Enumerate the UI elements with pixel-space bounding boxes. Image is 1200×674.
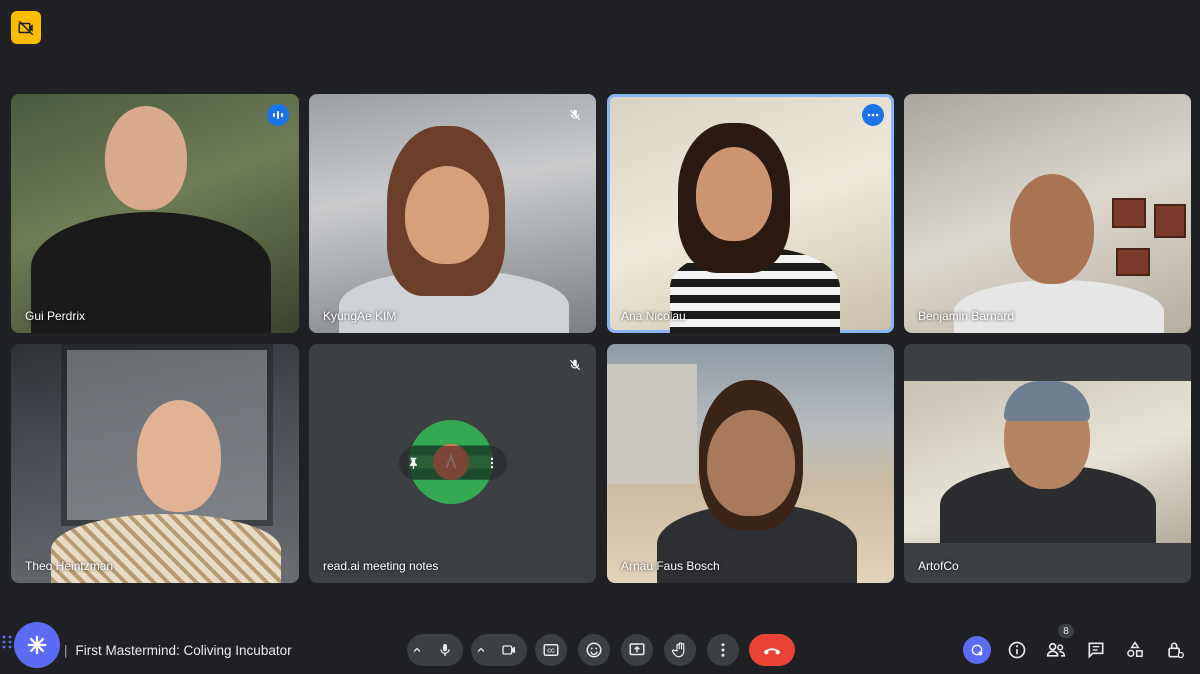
info-icon	[1008, 641, 1026, 659]
svg-text:CC: CC	[547, 649, 555, 655]
activities-shapes-button[interactable]	[1121, 636, 1149, 664]
more-options-button[interactable]	[485, 456, 499, 470]
asterisk-logo-icon	[27, 635, 47, 655]
mic-control	[407, 634, 463, 666]
participant-video	[607, 344, 894, 583]
title-separator: |	[64, 643, 68, 658]
chevron-up-icon	[477, 647, 485, 652]
camera-button[interactable]	[495, 636, 523, 664]
camera-off-icon	[18, 20, 34, 35]
people-icon	[1046, 642, 1066, 657]
more-options-icon	[721, 643, 725, 657]
mic-off-icon	[569, 359, 581, 371]
meeting-title-text: First Mastermind: Coliving Incubator	[75, 643, 292, 658]
muted-indicator	[564, 104, 586, 126]
tile-hover-toolbar	[399, 446, 507, 480]
participant-name: Theo Heintzman	[25, 559, 114, 573]
host-controls-icon	[1168, 642, 1184, 659]
speaking-indicator	[267, 104, 289, 126]
participant-options-button[interactable]	[862, 104, 884, 126]
participant-tile[interactable]: ArtofCo	[904, 344, 1191, 583]
participant-video	[904, 381, 1191, 543]
more-vertical-icon	[490, 457, 494, 469]
muted-indicator	[564, 354, 586, 376]
participant-name: Gui Perdrix	[25, 309, 86, 323]
host-controls-button[interactable]	[1161, 636, 1189, 664]
participant-tile[interactable]: Gui Perdrix	[11, 94, 299, 333]
participant-name: Ana Nicolau	[621, 309, 686, 323]
reactions-button[interactable]	[578, 634, 610, 666]
present-icon	[629, 643, 645, 656]
participant-name: Arnau Faus Bosch	[621, 559, 720, 573]
raise-hand-icon	[671, 642, 685, 658]
meeting-details-button[interactable]	[1003, 636, 1031, 664]
camera-control	[471, 634, 527, 666]
participant-tile[interactable]: KyungAe KIM	[309, 94, 596, 333]
meeting-title: | First Mastermind: Coliving Incubator	[64, 643, 292, 658]
raise-hand-button[interactable]	[664, 634, 696, 666]
chat-icon	[1088, 642, 1104, 659]
mic-off-icon	[569, 109, 581, 121]
present-button[interactable]	[621, 634, 653, 666]
camera-icon	[502, 645, 515, 655]
participant-name: KyungAe KIM	[323, 309, 397, 323]
participant-tile[interactable]: Ana Nicolau	[607, 94, 894, 333]
participant-video	[309, 94, 596, 333]
chevron-up-icon	[413, 647, 421, 652]
participant-tile[interactable]: Theo Heintzman	[11, 344, 299, 583]
mic-button[interactable]	[431, 636, 459, 664]
video-options-button[interactable]	[475, 644, 487, 656]
end-call-icon	[763, 648, 781, 655]
participant-video	[610, 97, 891, 333]
activities-button[interactable]	[963, 636, 991, 664]
activities-icon	[971, 644, 983, 656]
more-horizontal-icon	[867, 113, 879, 117]
captions-icon: CC	[543, 644, 559, 656]
pin-button[interactable]	[407, 456, 421, 470]
participant-tile[interactable]: read.ai meeting notes	[309, 344, 596, 583]
chat-button[interactable]	[1082, 636, 1110, 664]
participant-video	[11, 94, 299, 333]
people-button[interactable]	[1042, 636, 1070, 664]
audio-options-button[interactable]	[411, 644, 423, 656]
pin-icon	[409, 457, 417, 470]
drag-handle-icon	[2, 635, 12, 649]
mic-icon	[440, 644, 450, 656]
participant-tile[interactable]: Benjamin Barnard	[904, 94, 1191, 333]
app-launcher-button[interactable]	[14, 622, 60, 668]
more-options-button[interactable]	[707, 634, 739, 666]
emoji-icon	[586, 642, 602, 658]
camera-off-badge[interactable]	[11, 11, 41, 44]
participant-video	[11, 344, 299, 583]
participant-name: Benjamin Barnard	[918, 309, 1015, 323]
participant-video	[904, 94, 1191, 333]
shapes-icon	[1127, 641, 1143, 657]
captions-button[interactable]: CC	[535, 634, 567, 666]
audio-wave-icon	[273, 111, 283, 119]
drag-handle[interactable]	[2, 634, 12, 655]
leave-call-button[interactable]	[749, 634, 795, 666]
participant-name: read.ai meeting notes	[323, 559, 439, 573]
participant-tile[interactable]: Arnau Faus Bosch	[607, 344, 894, 583]
participant-name: ArtofCo	[918, 559, 959, 573]
